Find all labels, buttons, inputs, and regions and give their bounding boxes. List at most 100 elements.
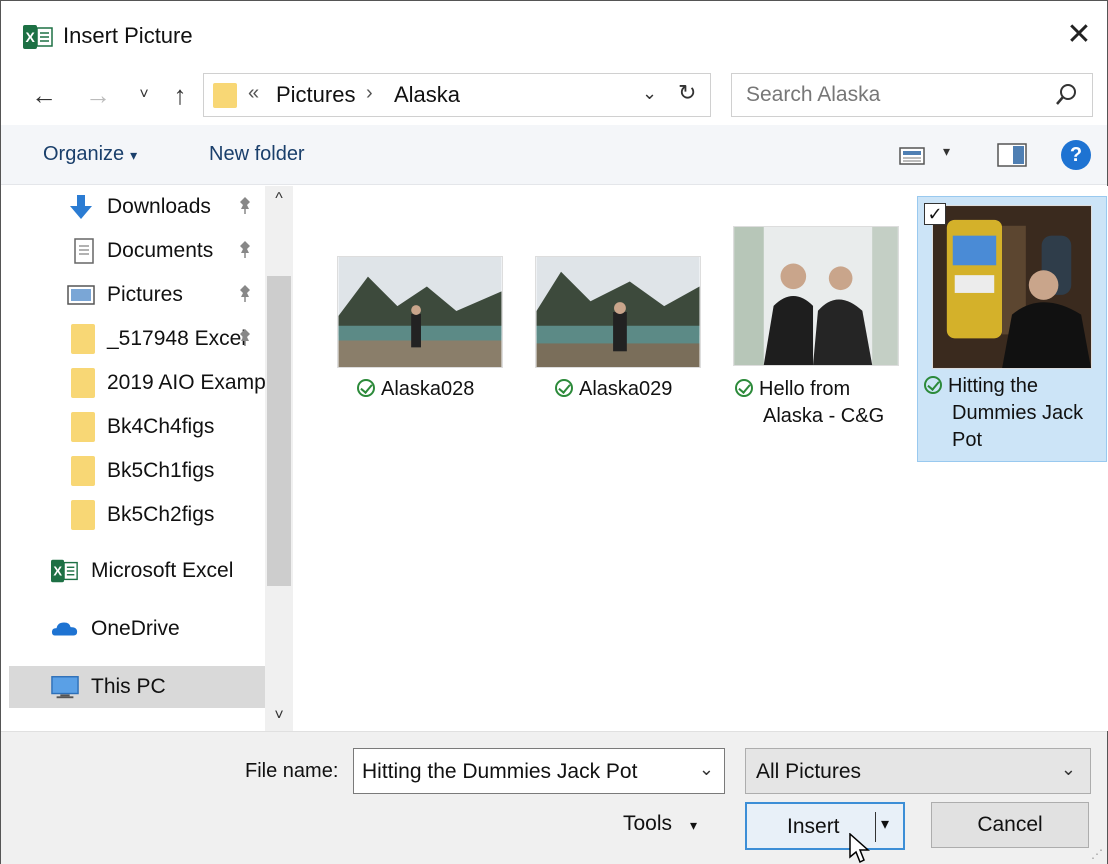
sidebar-item-downloads[interactable]: Downloads bbox=[9, 186, 265, 228]
excel-app-icon: X bbox=[23, 25, 53, 49]
sync-status-check-icon bbox=[555, 379, 573, 397]
thumbnail-image bbox=[932, 205, 1092, 369]
split-divider bbox=[875, 812, 876, 842]
resize-grip-icon[interactable]: ⋰ bbox=[1091, 847, 1103, 861]
change-view-icon[interactable] bbox=[899, 147, 925, 165]
cancel-button[interactable]: Cancel bbox=[931, 802, 1089, 848]
pin-icon bbox=[237, 196, 253, 219]
breadcrumb-separator[interactable]: › bbox=[366, 82, 373, 105]
view-options-caret-icon[interactable]: ▾ bbox=[943, 143, 950, 160]
sidebar-item-2019-aio-examp[interactable]: 2019 AIO Examp bbox=[9, 362, 266, 404]
help-icon[interactable]: ? bbox=[1061, 140, 1091, 170]
file-tile-hitting-the-dummies-jack-pot[interactable]: ✓ Hitting the Dummies Jack Pot bbox=[917, 196, 1107, 462]
search-input[interactable]: Search Alaska bbox=[731, 73, 1093, 117]
file-name-label: File name: bbox=[245, 760, 339, 782]
svg-text:X: X bbox=[26, 29, 36, 45]
insert-picture-dialog: X Insert Picture ✕ ← → ˅ ↑ « Pictures › … bbox=[0, 0, 1108, 864]
sidebar-item-label: _517948 Excel bbox=[107, 327, 246, 350]
recent-locations-button[interactable]: ˅ bbox=[129, 77, 159, 113]
sidebar-item-label: This PC bbox=[91, 675, 166, 698]
sidebar-item-microsoft-excel[interactable]: X Microsoft Excel bbox=[9, 550, 265, 592]
mouse-pointer-icon bbox=[849, 833, 870, 864]
file-tile-alaska028[interactable]: Alaska028 bbox=[335, 250, 525, 520]
close-button[interactable]: ✕ bbox=[1059, 15, 1099, 55]
up-button[interactable]: ↑ bbox=[165, 77, 195, 113]
sidebar-scrollbar[interactable]: ^ ˅ bbox=[265, 186, 293, 731]
document-icon bbox=[74, 238, 94, 264]
thumbnail-image bbox=[733, 226, 899, 366]
sidebar-item-onedrive[interactable]: OneDrive bbox=[9, 608, 265, 650]
scroll-thumb[interactable] bbox=[267, 276, 291, 586]
sync-status-check-icon bbox=[924, 376, 942, 394]
file-type-select[interactable]: All Pictures ⌄ bbox=[745, 748, 1091, 794]
new-folder-button[interactable]: New folder bbox=[209, 143, 305, 166]
back-button[interactable]: ← bbox=[29, 77, 59, 113]
tools-caret-icon: ▾ bbox=[690, 817, 698, 833]
navigation-pane: Downloads Documents Pictures _517948 Exc… bbox=[9, 186, 293, 731]
footer-panel: File name: Hitting the Dummies Jack Pot … bbox=[1, 731, 1107, 864]
organize-caret-icon: ▾ bbox=[130, 147, 138, 163]
excel-icon: X bbox=[51, 559, 78, 583]
pin-shape-icon bbox=[240, 241, 250, 258]
selection-checkbox[interactable]: ✓ bbox=[924, 203, 946, 225]
search-icon[interactable] bbox=[1054, 82, 1078, 108]
folder-icon bbox=[213, 83, 237, 108]
search-placeholder: Search Alaska bbox=[746, 83, 881, 106]
file-name-label: Alaska029 bbox=[555, 376, 672, 403]
folder-icon bbox=[71, 368, 95, 398]
file-name-label: Hello from Alaska - C&G bbox=[735, 376, 884, 430]
file-name-field[interactable]: Hitting the Dummies Jack Pot ⌄ bbox=[353, 748, 725, 794]
preview-pane-icon[interactable] bbox=[997, 143, 1027, 167]
sidebar-item-label: Microsoft Excel bbox=[91, 559, 234, 582]
file-tile-alaska029[interactable]: Alaska029 bbox=[533, 250, 723, 520]
title-bar: X Insert Picture ✕ bbox=[1, 1, 1107, 71]
insert-options-caret-icon[interactable]: ▾ bbox=[881, 814, 889, 834]
file-name-value: Hitting the Dummies Jack Pot bbox=[362, 760, 638, 783]
sidebar-item-bk5ch1figs[interactable]: Bk5Ch1figs bbox=[9, 450, 265, 492]
forward-button[interactable]: → bbox=[83, 77, 113, 113]
file-tile-hello-from-alaska[interactable]: Hello from Alaska - C&G bbox=[731, 220, 921, 490]
organize-menu[interactable]: Organize ▾ bbox=[43, 143, 137, 166]
breadcrumb-overflow[interactable]: « bbox=[248, 82, 259, 105]
folder-icon bbox=[71, 412, 95, 442]
navigation-bar: ← → ˅ ↑ « Pictures › Alaska ⌄ ↻ Search A… bbox=[1, 71, 1107, 123]
sidebar-item-bk4ch4figs[interactable]: Bk4Ch4figs bbox=[9, 406, 265, 448]
address-dropdown-icon[interactable]: ⌄ bbox=[642, 83, 657, 104]
file-type-value: All Pictures bbox=[756, 760, 862, 783]
download-arrow-icon bbox=[70, 195, 92, 219]
address-bar[interactable]: « Pictures › Alaska ⌄ ↻ bbox=[203, 73, 711, 117]
sidebar-item-bk5ch2figs[interactable]: Bk5Ch2figs bbox=[9, 494, 265, 536]
pin-shape-icon bbox=[240, 197, 250, 214]
sidebar-item-documents[interactable]: Documents bbox=[9, 230, 265, 272]
svg-text:X: X bbox=[53, 564, 62, 579]
sidebar-item-label: Downloads bbox=[107, 195, 211, 218]
file-list: Alaska028 Alaska029 Hello from Alaska - … bbox=[301, 186, 1108, 731]
scroll-up-arrow-icon[interactable]: ^ bbox=[265, 190, 293, 208]
breadcrumb-alaska[interactable]: Alaska bbox=[394, 82, 460, 108]
onedrive-cloud-icon bbox=[51, 622, 78, 636]
breadcrumb-pictures[interactable]: Pictures bbox=[276, 82, 355, 108]
dialog-title: Insert Picture bbox=[63, 23, 193, 48]
scroll-down-arrow-icon[interactable]: ˅ bbox=[265, 707, 293, 725]
file-name-label: Hitting the Dummies Jack Pot bbox=[924, 373, 1083, 454]
refresh-icon[interactable]: ↻ bbox=[678, 80, 696, 106]
tools-menu[interactable]: Tools ▾ bbox=[623, 812, 697, 836]
sync-status-check-icon bbox=[735, 379, 753, 397]
sidebar-item-label: Bk5Ch2figs bbox=[107, 503, 215, 526]
sidebar-item-label: Pictures bbox=[107, 283, 183, 306]
sync-status-check-icon bbox=[357, 379, 375, 397]
organize-label: Organize bbox=[43, 143, 125, 165]
insert-button[interactable]: Insert ▾ bbox=[745, 802, 905, 850]
folder-icon bbox=[71, 324, 95, 354]
pin-icon bbox=[237, 328, 253, 351]
sidebar-item-label: 2019 AIO Examp bbox=[107, 371, 266, 394]
sidebar-item-pictures[interactable]: Pictures bbox=[9, 274, 265, 316]
pin-shape-icon bbox=[240, 329, 250, 346]
file-name-dropdown-icon[interactable]: ⌄ bbox=[699, 759, 714, 780]
pictures-icon bbox=[67, 285, 95, 305]
sidebar-item-label: Bk5Ch1figs bbox=[107, 459, 215, 482]
sidebar-item-this-pc[interactable]: This PC bbox=[9, 666, 265, 708]
insert-label: Insert bbox=[787, 815, 840, 838]
pin-icon bbox=[237, 240, 253, 263]
sidebar-item-517948-excel[interactable]: _517948 Excel bbox=[9, 318, 265, 360]
